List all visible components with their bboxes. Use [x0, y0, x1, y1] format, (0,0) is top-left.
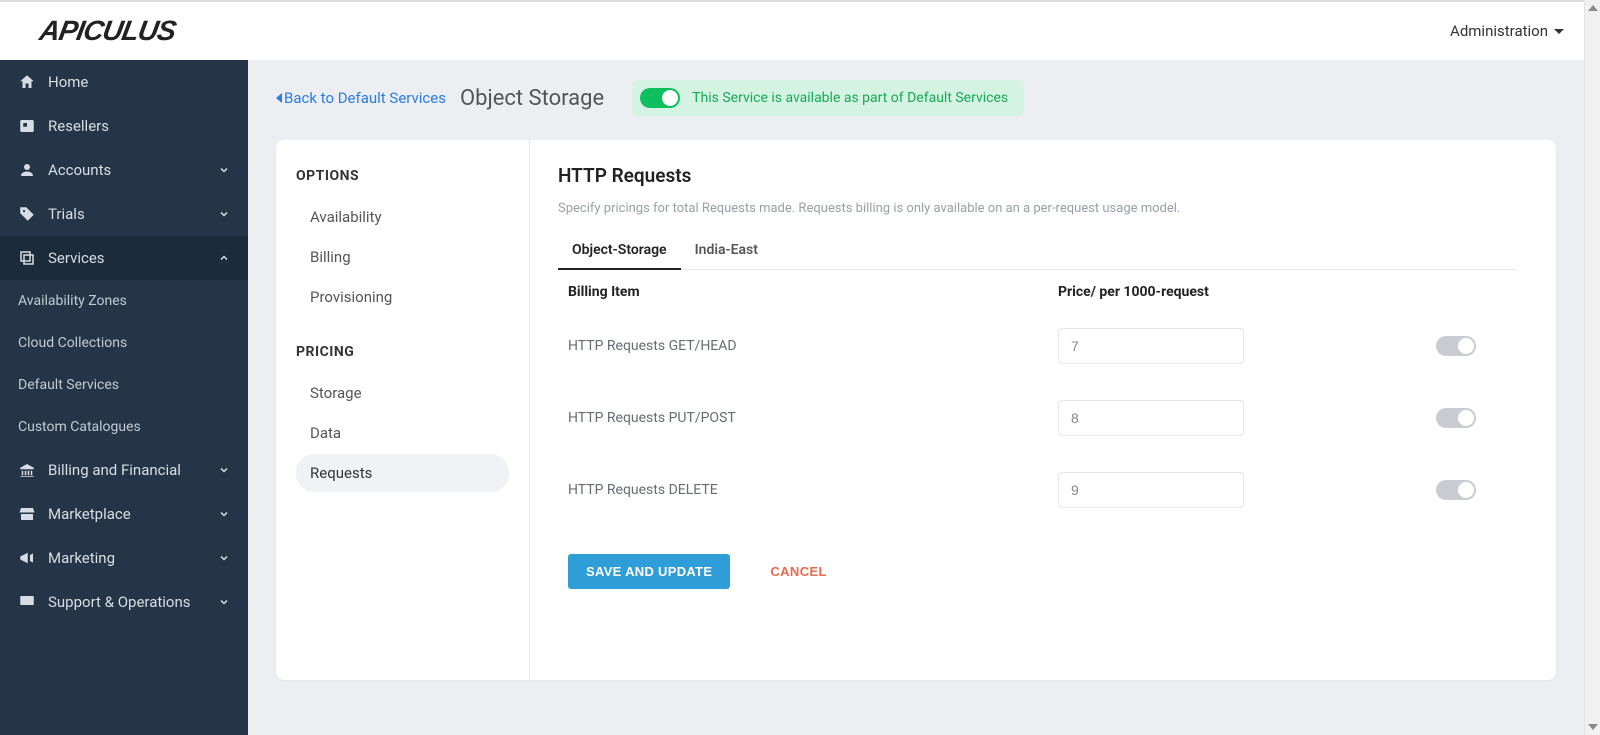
sidebar-item-marketplace[interactable]: Marketplace: [0, 492, 248, 536]
monitor-icon: [18, 593, 36, 611]
layers-icon: [18, 249, 36, 267]
sidebar-item-marketing[interactable]: Marketing: [0, 536, 248, 580]
section-title: HTTP Requests: [558, 164, 1516, 187]
scroll-up-icon[interactable]: [1585, 0, 1600, 16]
pricing-heading: PRICING: [296, 344, 509, 360]
home-icon: [18, 73, 36, 91]
chevron-down-icon: [218, 596, 230, 608]
sidebar-label: Billing and Financial: [48, 461, 206, 479]
scroll-down-icon[interactable]: [1585, 719, 1600, 735]
chevron-down-icon: [218, 164, 230, 176]
main-content: Back to Default Services Object Storage …: [248, 60, 1584, 735]
vertical-scrollbar[interactable]: [1584, 0, 1600, 735]
sidebar-sub-default-services[interactable]: Default Services: [0, 364, 248, 406]
chevron-down-icon: [218, 208, 230, 220]
sidebar-label: Home: [48, 73, 230, 91]
save-button[interactable]: SAVE AND UPDATE: [568, 554, 730, 589]
sidebar-item-trials[interactable]: Trials: [0, 192, 248, 236]
options-heading: OPTIONS: [296, 168, 509, 184]
sidebar-item-support[interactable]: Support & Operations: [0, 580, 248, 624]
col-billing-item: Billing Item: [568, 284, 1058, 300]
table-row: HTTP Requests GET/HEAD: [558, 310, 1516, 382]
sidebar-item-accounts[interactable]: Accounts: [0, 148, 248, 192]
chevron-up-icon: [218, 252, 230, 264]
caret-down-icon: [1554, 29, 1564, 34]
table-row: HTTP Requests PUT/POST: [558, 382, 1516, 454]
sidebar: Home Resellers Accounts Trials Services: [0, 60, 248, 735]
price-input-delete[interactable]: [1058, 472, 1244, 508]
sidebar-item-services[interactable]: Services: [0, 236, 248, 280]
price-input-put[interactable]: [1058, 400, 1244, 436]
row-toggle[interactable]: [1436, 408, 1476, 428]
chevron-left-icon: [276, 93, 282, 103]
billing-item-label: HTTP Requests GET/HEAD: [568, 338, 1058, 354]
availability-pill: This Service is available as part of Def…: [632, 80, 1024, 116]
section-desc: Specify pricings for total Requests made…: [558, 201, 1516, 216]
option-provisioning[interactable]: Provisioning: [296, 278, 509, 316]
option-data[interactable]: Data: [296, 414, 509, 452]
billing-item-label: HTTP Requests DELETE: [568, 482, 1058, 498]
sidebar-item-home[interactable]: Home: [0, 60, 248, 104]
sidebar-sub-availability-zones[interactable]: Availability Zones: [0, 280, 248, 322]
sidebar-item-billing[interactable]: Billing and Financial: [0, 448, 248, 492]
sidebar-label: Marketplace: [48, 505, 206, 523]
back-link-label: Back to Default Services: [284, 89, 446, 107]
sidebar-label: Trials: [48, 205, 206, 223]
option-requests[interactable]: Requests: [296, 454, 509, 492]
sidebar-label: Support & Operations: [48, 593, 206, 611]
chevron-down-icon: [218, 508, 230, 520]
user-icon: [18, 161, 36, 179]
cancel-button[interactable]: CANCEL: [770, 564, 827, 579]
row-toggle[interactable]: [1436, 336, 1476, 356]
sidebar-label: Services: [48, 249, 206, 267]
pricing-form: HTTP Requests Specify pricings for total…: [530, 140, 1556, 680]
sidebar-sub-cloud-collections[interactable]: Cloud Collections: [0, 322, 248, 364]
availability-toggle[interactable]: [640, 88, 680, 108]
col-price: Price/ per 1000-request: [1058, 284, 1358, 300]
settings-panel: OPTIONS Availability Billing Provisionin…: [276, 140, 1556, 680]
option-billing[interactable]: Billing: [296, 238, 509, 276]
sidebar-label: Marketing: [48, 549, 206, 567]
megaphone-icon: [18, 549, 36, 567]
page-header: Back to Default Services Object Storage …: [248, 60, 1584, 140]
option-availability[interactable]: Availability: [296, 198, 509, 236]
options-panel: OPTIONS Availability Billing Provisionin…: [276, 140, 530, 680]
price-input-get[interactable]: [1058, 328, 1244, 364]
tag-icon: [18, 205, 36, 223]
row-toggle[interactable]: [1436, 480, 1476, 500]
form-actions: SAVE AND UPDATE CANCEL: [558, 554, 1516, 589]
admin-menu-label: Administration: [1450, 22, 1548, 40]
option-storage[interactable]: Storage: [296, 374, 509, 412]
sidebar-sub-custom-catalogues[interactable]: Custom Catalogues: [0, 406, 248, 448]
brand-logo: APICULUS: [40, 15, 175, 47]
table-header: Billing Item Price/ per 1000-request: [558, 270, 1516, 310]
sidebar-item-resellers[interactable]: Resellers: [0, 104, 248, 148]
page-title: Object Storage: [460, 86, 604, 111]
availability-text: This Service is available as part of Def…: [692, 90, 1008, 106]
region-tabs: Object-Storage India-East: [558, 234, 1516, 270]
chevron-down-icon: [218, 464, 230, 476]
sidebar-label: Resellers: [48, 117, 230, 135]
billing-item-label: HTTP Requests PUT/POST: [568, 410, 1058, 426]
bank-icon: [18, 461, 36, 479]
admin-menu[interactable]: Administration: [1450, 22, 1564, 40]
tab-india-east[interactable]: India-East: [681, 234, 772, 270]
table-row: HTTP Requests DELETE: [558, 454, 1516, 526]
tab-object-storage[interactable]: Object-Storage: [558, 234, 681, 270]
badge-icon: [18, 117, 36, 135]
sidebar-label: Accounts: [48, 161, 206, 179]
chevron-down-icon: [218, 552, 230, 564]
store-icon: [18, 505, 36, 523]
topbar: APICULUS Administration: [0, 0, 1584, 60]
back-link[interactable]: Back to Default Services: [276, 89, 446, 107]
